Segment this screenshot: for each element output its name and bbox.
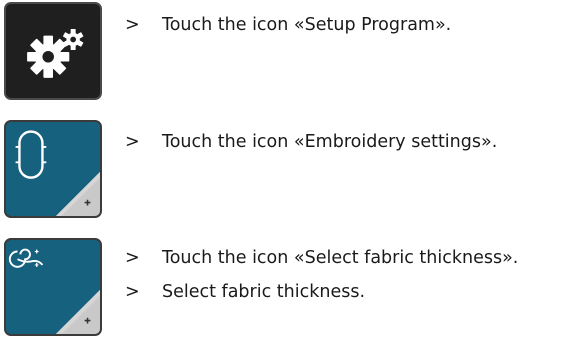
step-marker: > bbox=[125, 248, 140, 268]
instruction-step: > Touch the icon «Embroidery settings». bbox=[125, 129, 497, 155]
instruction-step: > Touch the icon «Setup Program». bbox=[125, 12, 451, 38]
setup-program-button[interactable] bbox=[4, 2, 102, 100]
gears-icon bbox=[27, 28, 84, 78]
step-marker: > bbox=[125, 282, 140, 302]
fabric-thickness-button[interactable] bbox=[4, 238, 102, 336]
embroidery-hoop-icon bbox=[15, 130, 100, 216]
step-text: Touch the icon «Setup Program». bbox=[162, 15, 452, 35]
step-text: Touch the icon «Embroidery settings». bbox=[162, 132, 498, 152]
step-text: Touch the icon «Select fabric thickness»… bbox=[162, 248, 519, 268]
embroidery-settings-button[interactable] bbox=[4, 120, 102, 218]
step-text: Select fabric thickness. bbox=[162, 282, 366, 302]
fabric-thickness-icon bbox=[8, 248, 100, 334]
step-marker: > bbox=[125, 15, 140, 35]
instruction-step: > Select fabric thickness. bbox=[125, 279, 365, 305]
step-marker: > bbox=[125, 132, 140, 152]
instruction-step: > Touch the icon «Select fabric thickness… bbox=[125, 245, 518, 271]
